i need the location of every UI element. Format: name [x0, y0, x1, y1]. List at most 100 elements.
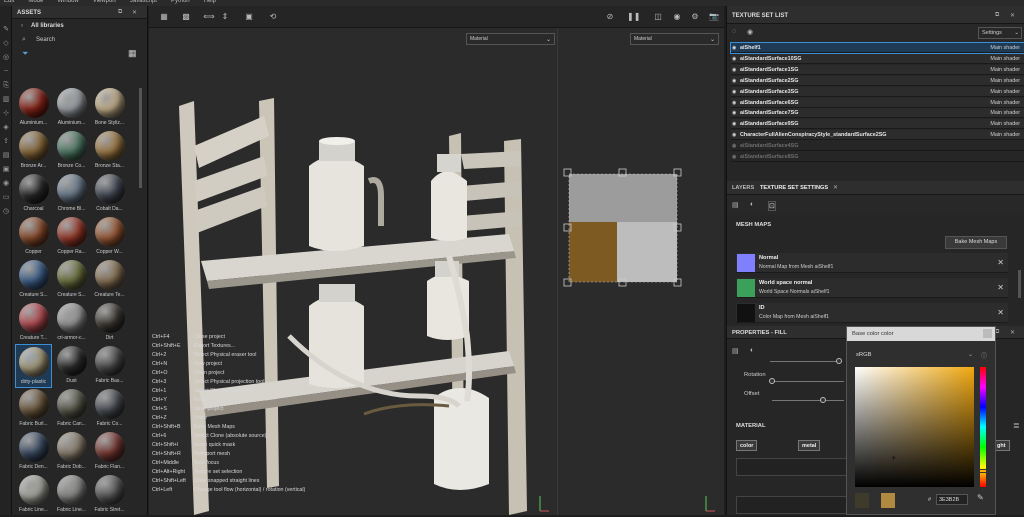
viewport-divider[interactable]: [557, 28, 558, 515]
polygon-fill-icon[interactable]: ◈: [2, 124, 10, 131]
fill-icon[interactable]: ▥: [2, 96, 10, 103]
rotation-slider[interactable]: [772, 381, 844, 382]
chevron-down-icon[interactable]: ⌄: [968, 351, 973, 358]
grid-view-icon[interactable]: ▦: [128, 48, 137, 59]
eyedropper-icon[interactable]: ✎: [977, 493, 984, 502]
material-thumbnail[interactable]: Aluminium...: [53, 86, 90, 130]
filter-icon[interactable]: ⏷: [22, 49, 28, 59]
material-thumbnail[interactable]: Cobalt Da...: [91, 172, 128, 216]
remove-icon[interactable]: ✕: [997, 258, 1004, 267]
color-mode-dropdown[interactable]: sRGB: [856, 352, 871, 358]
history-icon[interactable]: ⟲: [267, 11, 279, 22]
metallic-field[interactable]: [736, 496, 848, 514]
pause-icon[interactable]: ❚❚: [627, 11, 640, 22]
visibility-eye-icon[interactable]: ◉: [732, 119, 736, 129]
material-thumbnail[interactable]: Fabric Can...: [53, 387, 90, 431]
close-icon[interactable]: [983, 329, 992, 338]
hex-input[interactable]: 3E3B2B: [936, 494, 968, 505]
grid-dense-icon[interactable]: ▩: [180, 11, 192, 22]
eraser-icon[interactable]: ◇: [2, 40, 10, 47]
settings-dropdown[interactable]: Settings ⌄: [978, 27, 1022, 39]
material-thumbnail[interactable]: Fabric Line...: [53, 473, 90, 517]
texture-set-icon[interactable]: ▤: [732, 201, 739, 209]
library-row[interactable]: › All libraries: [12, 19, 147, 33]
texture-set-row[interactable]: ◉ aiStandardSurface1SG Main shader: [731, 64, 1024, 75]
offset-knob[interactable]: [820, 397, 826, 403]
close-icon[interactable]: ✕: [132, 9, 137, 16]
hue-slider[interactable]: [979, 367, 987, 487]
remove-icon[interactable]: ✕: [997, 308, 1004, 317]
export-icon[interactable]: ⇪: [2, 138, 10, 145]
bake-mesh-maps-button[interactable]: Bake Mesh Maps: [945, 236, 1007, 249]
settings-scrollbar[interactable]: [1018, 270, 1021, 298]
info-icon[interactable]: ⓘ: [981, 351, 987, 360]
fill-icon[interactable]: ▤: [732, 347, 739, 355]
visibility-eye-icon[interactable]: ◉: [732, 130, 736, 140]
assets-scrollbar[interactable]: [139, 88, 142, 188]
close-tab-icon[interactable]: ✕: [833, 184, 838, 191]
texture-set-row[interactable]: ◉ aiShelf1 Main shader: [730, 42, 1024, 54]
material-thumbnail[interactable]: Fabric Flan...: [91, 430, 128, 474]
material-thumbnail[interactable]: Bronze Sta...: [91, 129, 128, 173]
list-menu-icon[interactable]: ≣: [1013, 421, 1020, 430]
uv-crop-icon[interactable]: ⊡: [768, 201, 776, 211]
visibility-eye-icon[interactable]: ◉: [732, 43, 736, 53]
texture-set-shader[interactable]: Main shader: [990, 54, 1020, 64]
material-thumbnail[interactable]: Charcoal: [15, 172, 52, 216]
remove-icon[interactable]: ✕: [997, 283, 1004, 292]
material-thumbnail[interactable]: Fabric Dob...: [53, 430, 90, 474]
display-settings-icon[interactable]: ⚙: [689, 11, 701, 22]
texture-set-shader[interactable]: Main shader: [990, 108, 1020, 118]
layers-icon[interactable]: ▤: [2, 152, 10, 159]
hue-knob[interactable]: [979, 469, 987, 473]
saturation-value-field[interactable]: +: [855, 367, 974, 487]
tab-layers[interactable]: LAYERS: [732, 185, 754, 191]
material-thumbnail[interactable]: Fabric Burl...: [15, 387, 52, 431]
material-thumbnail[interactable]: Creature Te...: [91, 258, 128, 302]
picker-icon[interactable]: ⊹: [2, 110, 10, 117]
texture-set-shader[interactable]: Main shader: [990, 98, 1020, 108]
tab-texture-set-settings[interactable]: TEXTURE SET SETTINGS: [760, 185, 828, 191]
mesh-map-item[interactable]: World space normal World Space Normals ai…: [736, 278, 1008, 298]
brush-icon[interactable]: ✎: [2, 26, 10, 33]
undock-icon[interactable]: ⧉: [995, 12, 999, 19]
material-thumbnail[interactable]: Fabric Bas...: [91, 344, 128, 388]
undock-icon[interactable]: ⧉: [118, 9, 122, 16]
mesh-map-item[interactable]: Normal Normal Map from Mesh aiShelf1 ✕: [736, 253, 1008, 273]
close-icon[interactable]: ✕: [1010, 12, 1015, 19]
screenshot-icon[interactable]: 📷: [708, 11, 720, 22]
texture-set-row[interactable]: ◉ aiStandardSurface2SG Main shader: [731, 75, 1024, 86]
texture-set-row[interactable]: ◉ aiStandardSurface10SG Main shader: [731, 53, 1024, 64]
smudge-icon[interactable]: ~: [2, 68, 10, 75]
projection-icon[interactable]: ◎: [2, 54, 10, 61]
texture-set-row[interactable]: ◉ aiStandardSurface3SG Main shader: [731, 86, 1024, 97]
visibility-eye-icon[interactable]: ◉: [732, 87, 736, 97]
material-thumbnail[interactable]: Aluminium...: [15, 86, 52, 130]
color-crosshair-icon[interactable]: +: [891, 453, 896, 463]
rotation-knob[interactable]: [769, 378, 775, 384]
visibility-eye-icon[interactable]: ◉: [732, 65, 736, 75]
material-thumbnail[interactable]: Bronze Ar...: [15, 129, 52, 173]
slider-top-knob[interactable]: [836, 358, 842, 364]
material-thumbnail[interactable]: Fabric Den...: [15, 430, 52, 474]
frame-icon[interactable]: ▣: [243, 11, 255, 22]
material-thumbnail[interactable]: Bronze Co...: [53, 129, 90, 173]
visibility-eye-icon[interactable]: ◉: [732, 98, 736, 108]
material-thumbnail[interactable]: Dust: [53, 344, 90, 388]
texture-set-row[interactable]: ◉ CharacterFullAlienConspiracyStyle_stand…: [731, 130, 1024, 141]
material-thumbnail[interactable]: Bone Styliz...: [91, 86, 128, 130]
material-thumbnail[interactable]: Creature T...: [15, 301, 52, 345]
texture-set-shader[interactable]: Main shader: [990, 87, 1020, 97]
material-thumbnail[interactable]: Copper Ra...: [53, 215, 90, 259]
texture-set-shader[interactable]: Main shader: [990, 130, 1020, 140]
bake-icon[interactable]: ▣: [2, 166, 10, 173]
visibility-eye-icon[interactable]: ◉: [732, 108, 736, 118]
material-thumbnail[interactable]: Copper: [15, 215, 52, 259]
material-thumbnail[interactable]: Fabric Co...: [91, 387, 128, 431]
sync-icon[interactable]: ⊘: [604, 11, 616, 22]
viewport-material-dropdown-left[interactable]: Material ⌄: [466, 33, 555, 45]
visibility-eye-icon[interactable]: ◉: [732, 76, 736, 86]
split-view-icon[interactable]: ◫: [652, 11, 664, 22]
viewport-material-dropdown-right[interactable]: Material ⌄: [630, 33, 719, 45]
material-thumbnail[interactable]: Copper W...: [91, 215, 128, 259]
